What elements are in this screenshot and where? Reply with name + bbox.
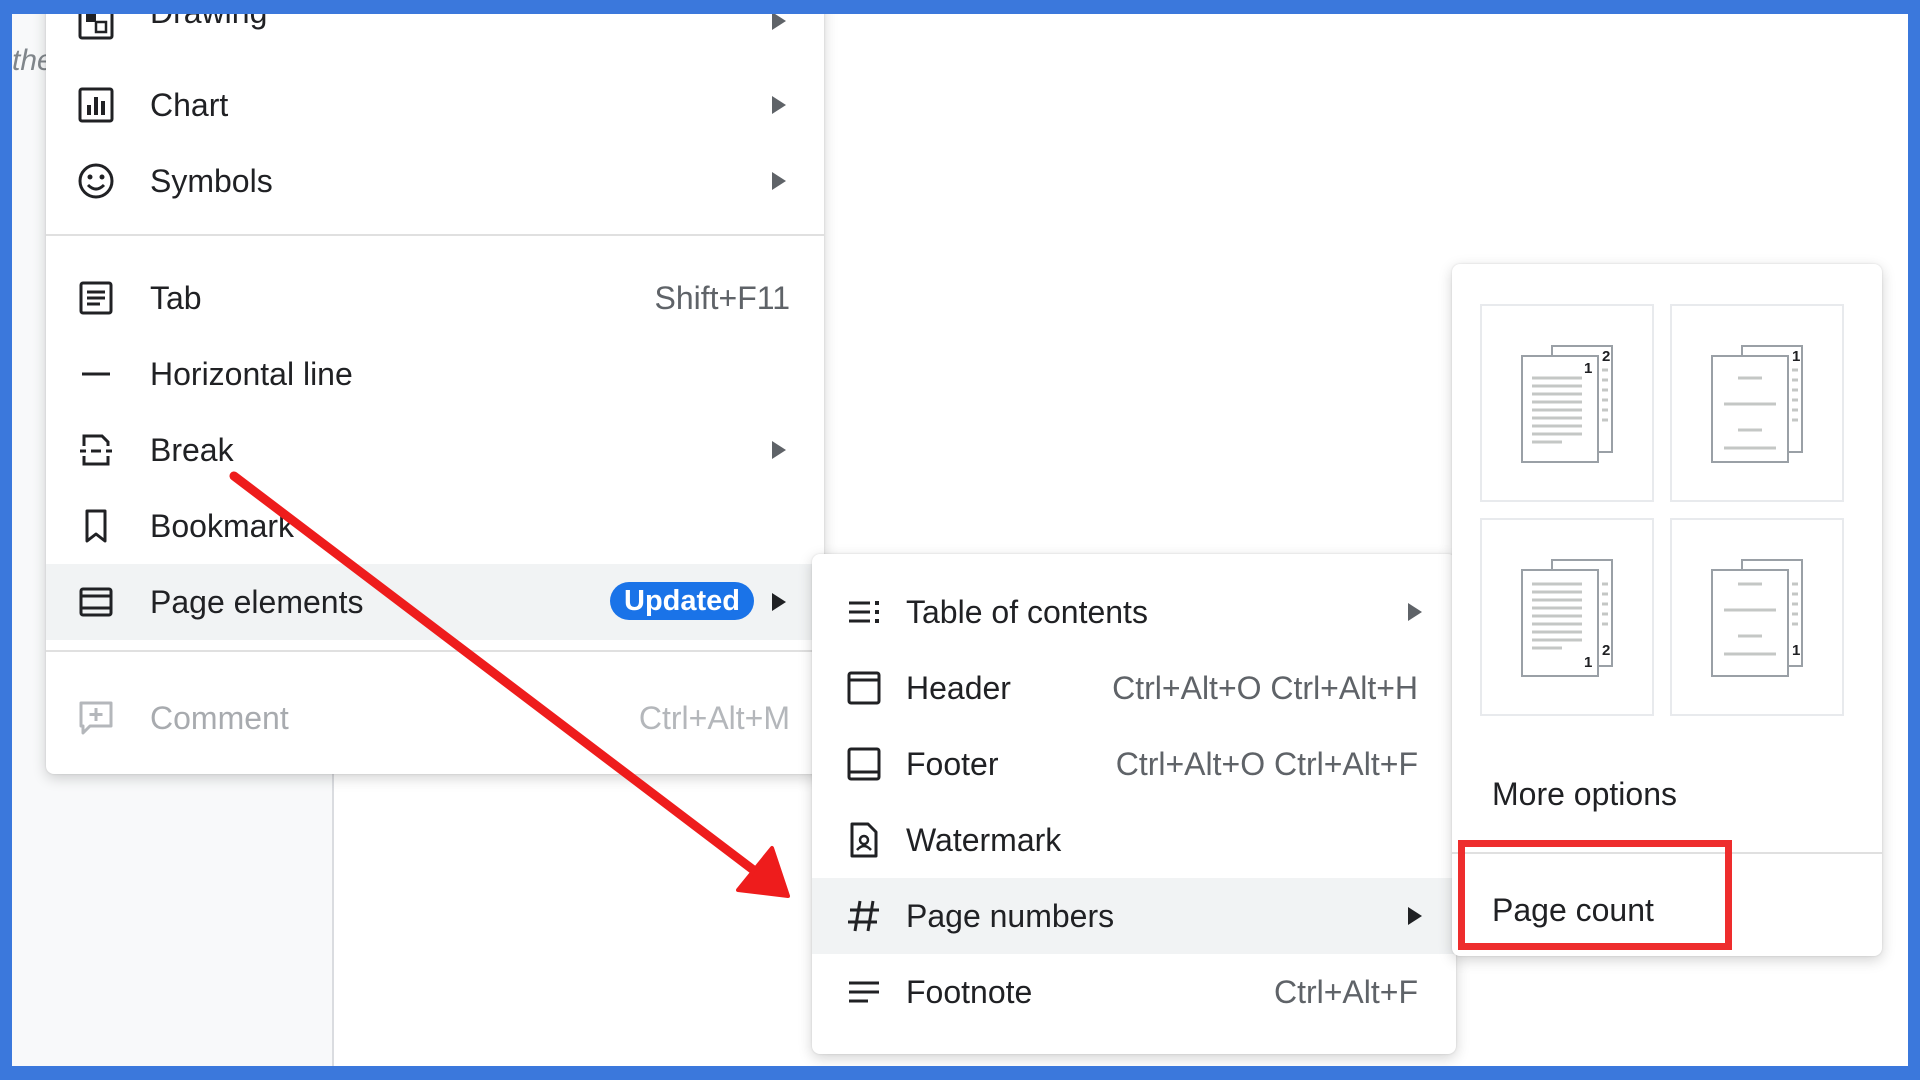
menu-item-label: Page numbers xyxy=(906,897,1115,934)
menu-item-tab[interactable]: Tab Shift+F11 xyxy=(46,260,824,336)
more-options-item[interactable]: More options xyxy=(1452,758,1882,830)
menu-item-label: Symbols xyxy=(150,162,273,199)
emoji-icon xyxy=(74,159,118,203)
menu-item-label: Tab xyxy=(150,279,202,316)
footnote-icon xyxy=(842,970,886,1014)
menu-item-label: Break xyxy=(150,431,234,468)
menu-item-label: Footnote xyxy=(906,973,1033,1010)
tab-icon xyxy=(74,276,118,320)
page-elements-submenu: Table of contents Header Ctrl+Alt+O Ctrl… xyxy=(812,554,1456,1054)
menu-item-break[interactable]: Break xyxy=(46,412,824,488)
menu-item-label: Horizontal line xyxy=(150,355,353,392)
screen-frame: the Drawing Chart Symbols xyxy=(12,14,1908,1066)
page-number-label: 1 xyxy=(1792,642,1801,659)
chart-icon xyxy=(74,83,118,127)
menu-item-header[interactable]: Header Ctrl+Alt+O Ctrl+Alt+H xyxy=(812,650,1456,726)
page-thumbnail-icon xyxy=(1711,345,1803,463)
drawing-icon xyxy=(74,14,118,44)
submenu-arrow-icon xyxy=(1408,907,1422,925)
comment-icon xyxy=(74,696,118,740)
page-number-option-top-skip-first[interactable]: 1 xyxy=(1670,304,1844,502)
page-number-option-bottom-all[interactable]: 1 2 xyxy=(1480,518,1654,716)
submenu-arrow-icon xyxy=(1408,603,1422,621)
highlight-box-annotation xyxy=(1458,840,1732,950)
shortcut-text: Ctrl+Alt+O Ctrl+Alt+H xyxy=(1112,669,1418,706)
page-number-label: 1 xyxy=(1792,348,1801,365)
menu-item-symbols[interactable]: Symbols xyxy=(46,143,824,219)
menu-divider xyxy=(46,650,824,652)
page-number-label: 1 xyxy=(1584,654,1593,671)
menu-item-label: Page elements xyxy=(150,583,364,620)
watermark-icon xyxy=(842,818,886,862)
table-of-contents-icon xyxy=(842,590,886,634)
menu-item-label: Header xyxy=(906,669,1011,706)
submenu-arrow-icon xyxy=(772,14,786,30)
header-icon xyxy=(842,666,886,710)
shortcut-text: Ctrl+Alt+F xyxy=(1273,973,1418,1010)
bookmark-icon xyxy=(74,504,118,548)
page-number-label: 1 xyxy=(1584,360,1593,377)
hash-icon xyxy=(842,894,886,938)
page-thumbnail-icon xyxy=(1711,559,1803,677)
menu-item-page-elements[interactable]: Page elements Updated xyxy=(46,564,824,640)
shortcut-text: Ctrl+Alt+O Ctrl+Alt+F xyxy=(1115,745,1418,782)
menu-item-label: Comment xyxy=(150,699,289,736)
menu-item-label: More options xyxy=(1492,775,1677,812)
menu-item-label: Watermark xyxy=(906,821,1062,858)
menu-item-label: Drawing xyxy=(150,14,267,31)
menu-item-drawing[interactable]: Drawing xyxy=(46,14,824,50)
page-elements-icon xyxy=(74,580,118,624)
page-number-label: 2 xyxy=(1602,642,1611,659)
shortcut-text: Ctrl+Alt+M xyxy=(638,699,790,736)
menu-item-label: Footer xyxy=(906,745,999,782)
menu-item-horizontal-line[interactable]: Horizontal line xyxy=(46,336,824,412)
menu-item-label: Bookmark xyxy=(150,507,295,544)
menu-item-label: Table of contents xyxy=(906,593,1148,630)
menu-item-bookmark[interactable]: Bookmark xyxy=(46,488,824,564)
menu-item-label: Chart xyxy=(150,86,229,123)
menu-item-page-numbers[interactable]: Page numbers xyxy=(812,878,1456,954)
menu-item-footnote[interactable]: Footnote Ctrl+Alt+F xyxy=(812,954,1456,1030)
submenu-arrow-icon xyxy=(772,441,786,459)
page-number-label: 2 xyxy=(1602,348,1611,365)
horizontal-line-icon xyxy=(74,352,118,396)
page-number-option-bottom-skip-first[interactable]: 1 xyxy=(1670,518,1844,716)
submenu-arrow-icon xyxy=(772,593,786,611)
insert-menu: Drawing Chart Symbols Tab Shift+F1 xyxy=(46,14,824,774)
submenu-arrow-icon xyxy=(772,172,786,190)
menu-divider xyxy=(46,234,824,236)
page-number-option-top-all[interactable]: 1 2 xyxy=(1480,304,1654,502)
menu-item-table-of-contents[interactable]: Table of contents xyxy=(812,574,1456,650)
break-icon xyxy=(74,428,118,472)
shortcut-text: Shift+F11 xyxy=(654,279,790,316)
page-thumbnail-icon xyxy=(1521,559,1613,677)
menu-item-chart[interactable]: Chart xyxy=(46,67,824,143)
menu-item-watermark[interactable]: Watermark xyxy=(812,802,1456,878)
footer-icon xyxy=(842,742,886,786)
updated-badge: Updated xyxy=(610,582,754,620)
menu-item-comment[interactable]: Comment Ctrl+Alt+M xyxy=(46,680,824,756)
menu-item-footer[interactable]: Footer Ctrl+Alt+O Ctrl+Alt+F xyxy=(812,726,1456,802)
submenu-arrow-icon xyxy=(772,96,786,114)
page-thumbnail-icon xyxy=(1521,345,1613,463)
